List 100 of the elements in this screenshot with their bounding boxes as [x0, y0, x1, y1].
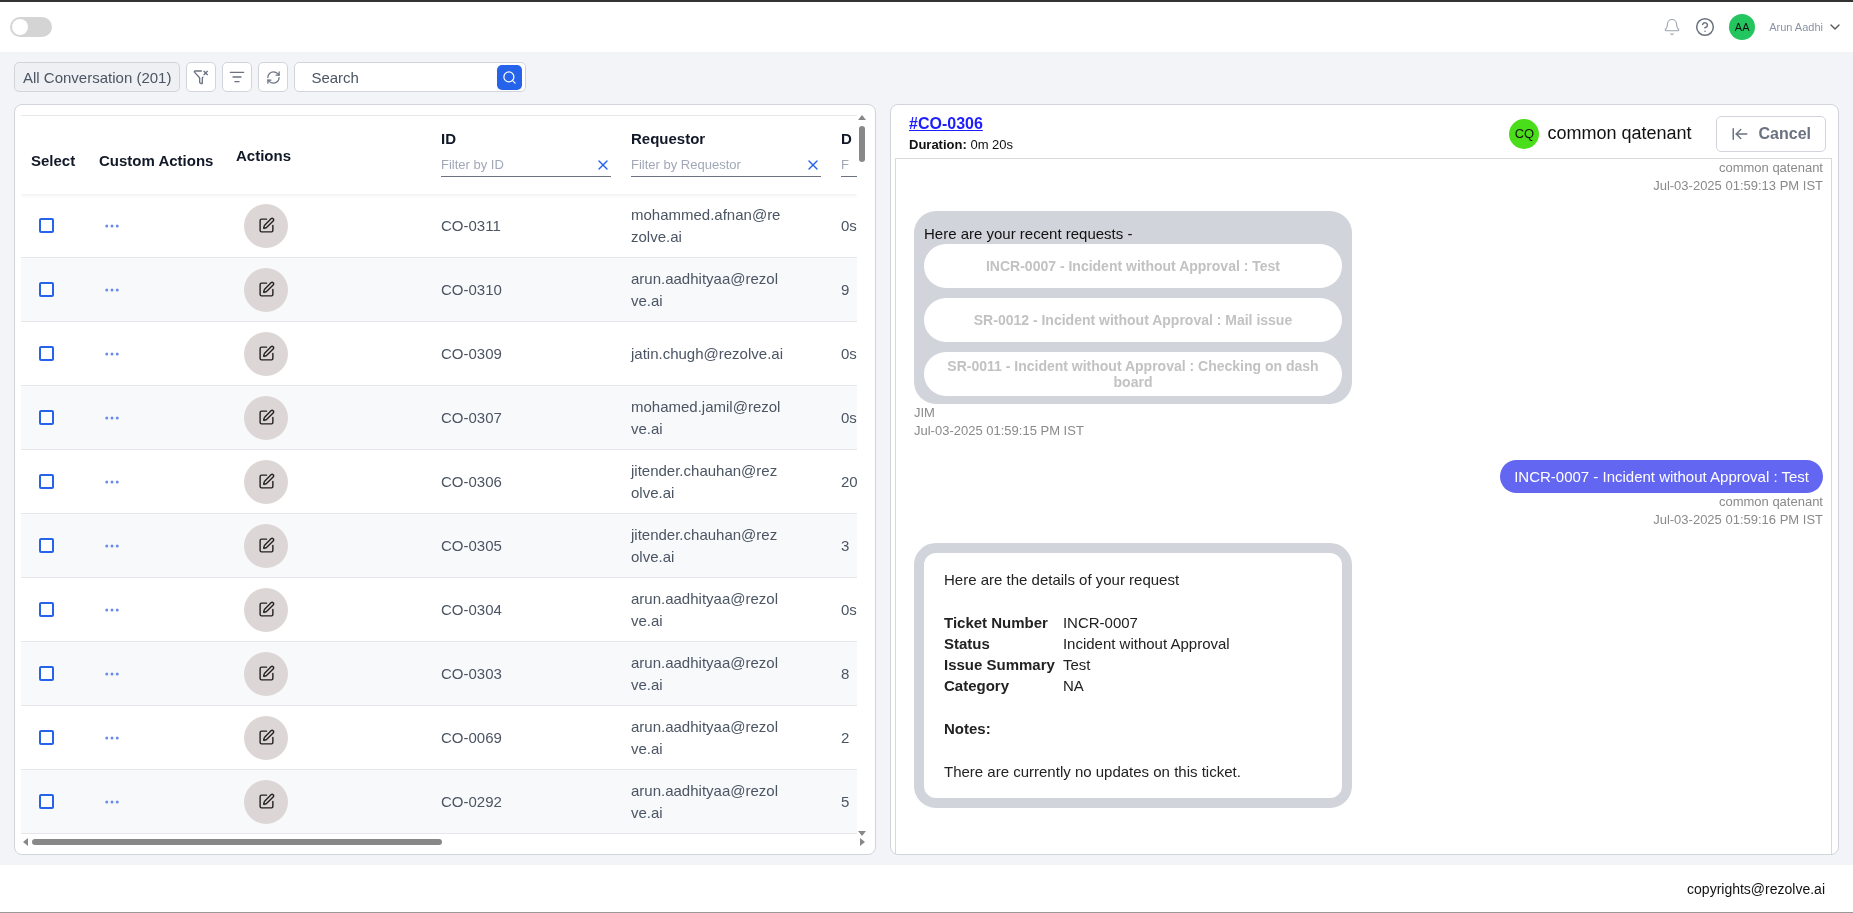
table-cell-text: jatin.chugh@rezolve.ai — [631, 343, 783, 364]
card-intro: Here are the details of your request — [944, 570, 1181, 590]
field-value: Test — [1062, 655, 1092, 675]
pencil-icon — [257, 729, 275, 746]
field-value: Incident without Approval — [1062, 634, 1231, 654]
edit-button[interactable] — [244, 779, 288, 824]
column-header: Select — [31, 151, 77, 169]
row-checkbox[interactable] — [39, 410, 54, 425]
message-text: Here are your recent requests - — [924, 225, 1134, 242]
edit-button[interactable] — [244, 459, 288, 504]
filter-field[interactable]: F — [841, 157, 857, 172]
row-checkbox[interactable] — [39, 474, 54, 489]
search-box[interactable]: Search — [294, 62, 527, 92]
vertical-scrollbar[interactable] — [857, 115, 867, 836]
table-cell-text: 5 — [841, 791, 850, 812]
table-cell-text: mohammed.afnan@rezolve.ai — [631, 204, 782, 247]
column-header: Actions — [236, 146, 292, 164]
field-value: NA — [1062, 676, 1085, 696]
edit-button[interactable] — [244, 587, 288, 632]
field-label: Category — [944, 676, 1011, 696]
table-cell-text: arun.aadhityaa@rezolve.ai — [631, 652, 779, 695]
pencil-icon — [257, 601, 275, 618]
help-icon[interactable] — [1695, 17, 1716, 37]
copyright-text: copyrights@rezolve.ai — [0, 865, 1853, 913]
filter-button[interactable] — [186, 62, 217, 92]
table-cell-text: 0s — [841, 407, 857, 428]
table-cell-text: 8 — [841, 663, 850, 684]
user-menu[interactable]: Arun Aadhi — [1769, 19, 1843, 35]
row-checkbox[interactable] — [39, 282, 54, 297]
field-label: Issue Summary — [944, 655, 1055, 675]
pencil-icon — [257, 537, 275, 554]
row-checkbox[interactable] — [39, 538, 54, 553]
column-header: D — [841, 130, 853, 147]
user-avatar: AA — [1729, 14, 1756, 40]
message-time: Jul-03-2025 01:59:16 PM IST — [1653, 511, 1823, 529]
refresh-button[interactable] — [258, 62, 289, 92]
sender-name: common qatenant — [1718, 159, 1823, 177]
sender-name: common qatenant — [1718, 493, 1823, 511]
table-cell-text: arun.aadhityaa@rezolve.ai — [631, 588, 779, 631]
pencil-icon — [257, 217, 275, 234]
edit-button[interactable] — [244, 395, 288, 440]
ticket-link[interactable]: #CO-0306 — [909, 115, 983, 132]
message-bubble: INCR-0007 - Incident without Approval : Test — [1500, 460, 1823, 493]
edit-button[interactable] — [244, 267, 288, 312]
notes-text: There are currently no updates on this ticket. — [944, 762, 1242, 782]
edit-button[interactable] — [244, 203, 288, 248]
table-cell-text: CO-0309 — [441, 343, 502, 364]
user-avatar: CQ — [1509, 118, 1540, 149]
column-header: ID — [441, 130, 457, 147]
table-cell-text: CO-0303 — [441, 663, 502, 684]
pencil-icon — [257, 409, 275, 426]
table-cell-text: CO-0292 — [441, 791, 502, 812]
sort-button[interactable] — [222, 62, 253, 92]
cancel-button[interactable]: Cancel — [1715, 115, 1826, 152]
table-cell-text: 3 — [841, 535, 850, 556]
message-time: Jul-03-2025 01:59:15 PM IST — [914, 422, 1084, 440]
table-cell-text: CO-0069 — [441, 727, 502, 748]
field-label: Status — [944, 634, 991, 654]
pencil-icon — [257, 665, 275, 682]
search-button[interactable] — [497, 64, 523, 90]
table-cell-text: mohamed.jamil@rezolve.ai — [631, 396, 782, 439]
table-cell-text: CO-0307 — [441, 407, 502, 428]
user-name: common qatenant — [1547, 123, 1692, 144]
row-checkbox[interactable] — [39, 218, 54, 233]
table-cell-text: CO-0310 — [441, 279, 502, 300]
edit-button[interactable] — [244, 651, 288, 696]
table-cell-text: 0s — [841, 215, 857, 236]
search-icon — [502, 69, 518, 85]
pencil-icon — [257, 281, 275, 298]
table-cell-text: arun.aadhityaa@rezolve.ai — [631, 268, 779, 311]
toggle-switch[interactable] — [10, 17, 52, 37]
view-selector[interactable]: All Conversation (201) — [14, 62, 181, 92]
field-value: INCR-0007 — [1062, 613, 1139, 633]
table-cell-text: CO-0311 — [441, 215, 501, 236]
table-cell-text: 20 — [841, 471, 857, 492]
sender-name: JIM — [914, 404, 935, 422]
row-checkbox[interactable] — [39, 730, 54, 745]
column-header: Requestor — [631, 130, 707, 147]
row-checkbox[interactable] — [39, 666, 54, 681]
message-time: Jul-03-2025 01:59:13 PM IST — [1653, 177, 1823, 195]
option-button[interactable]: INCR-0007 - Incident without Approval : Test — [924, 244, 1342, 288]
row-checkbox[interactable] — [39, 602, 54, 617]
option-button[interactable]: SR-0012 - Incident without Approval : Mail issue — [924, 298, 1342, 342]
edit-button[interactable] — [244, 523, 288, 568]
table-cell-text: jitender.chauhan@rezolve.ai — [631, 460, 779, 503]
option-button[interactable]: SR-0011 - Incident without Approval : Checking on dash board — [924, 352, 1342, 396]
table-cell-text: CO-0306 — [441, 471, 502, 492]
pencil-icon — [257, 793, 275, 810]
list-icon — [229, 69, 246, 85]
table-cell-text: 2 — [841, 727, 850, 748]
table-cell-text: CO-0304 — [441, 599, 502, 620]
row-checkbox[interactable] — [39, 794, 54, 809]
notes-label: Notes: — [944, 720, 991, 737]
filter-icon — [193, 69, 210, 85]
edit-button[interactable] — [244, 715, 288, 760]
table-cell-text: 9 — [841, 279, 850, 300]
edit-button[interactable] — [244, 331, 288, 376]
table-cell-text: 0s — [841, 343, 857, 364]
table-cell-text: jitender.chauhan@rezolve.ai — [631, 524, 779, 567]
row-checkbox[interactable] — [39, 346, 54, 361]
